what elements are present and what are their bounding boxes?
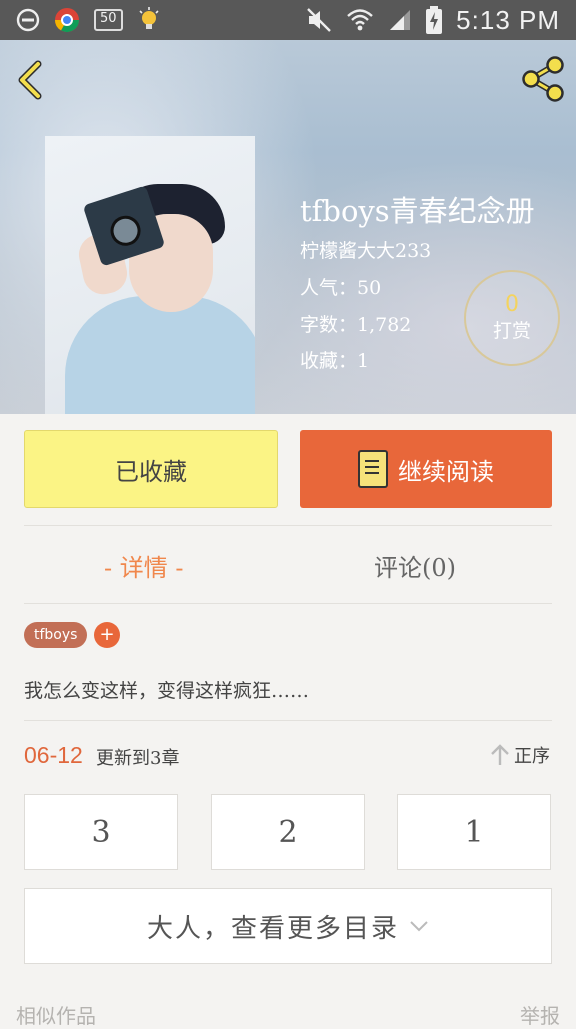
add-tag-button[interactable]: + bbox=[94, 622, 120, 648]
book-icon bbox=[358, 450, 388, 488]
sort-order-button[interactable]: 正序 bbox=[490, 742, 550, 768]
update-text: 更新到3章 bbox=[96, 748, 180, 769]
book-header: tfboys青春纪念册 柠檬酱大大233 人气：50 字数：1,782 收藏：1… bbox=[0, 40, 576, 414]
continue-reading-label: 继续阅读 bbox=[398, 457, 494, 486]
update-date: 06-12 bbox=[24, 742, 83, 768]
report-link[interactable]: 举报 bbox=[520, 1000, 560, 1029]
similar-works-heading: 相似作品 bbox=[16, 1004, 96, 1028]
continue-reading-button[interactable]: 继续阅读 bbox=[300, 430, 552, 508]
tab-comments[interactable]: 评论(0) bbox=[374, 548, 456, 583]
divider bbox=[24, 603, 552, 604]
divider bbox=[24, 525, 552, 526]
view-more-catalog-button[interactable]: 大人，查看更多目录 bbox=[24, 888, 552, 964]
wifi-icon bbox=[347, 9, 373, 31]
tab-details[interactable]: - 详情 - bbox=[104, 548, 183, 583]
signal-icon bbox=[390, 10, 411, 30]
share-button[interactable] bbox=[518, 54, 568, 104]
arrow-up-icon bbox=[491, 744, 509, 765]
tag-chip[interactable]: tfboys bbox=[24, 622, 88, 648]
status-bar-right: 5:13 PM bbox=[306, 4, 560, 36]
battery-charging-icon bbox=[426, 6, 443, 34]
back-button[interactable] bbox=[14, 60, 48, 100]
chevron-down-icon bbox=[410, 921, 428, 932]
book-author[interactable]: 柠檬酱大大233 bbox=[300, 236, 431, 263]
reward-count: 0 bbox=[505, 292, 519, 317]
chapter-button[interactable]: 3 bbox=[24, 794, 178, 870]
sort-order-label: 正序 bbox=[514, 746, 550, 767]
do-not-disturb-icon bbox=[16, 8, 40, 32]
chapter-button[interactable]: 2 bbox=[211, 794, 365, 870]
book-cover-image[interactable] bbox=[45, 136, 255, 414]
favorited-button[interactable]: 已收藏 bbox=[24, 430, 278, 508]
status-time: 5:13 PM bbox=[456, 4, 560, 35]
status-bar-left: 50 bbox=[16, 6, 161, 34]
book-favorites: 收藏：1 bbox=[300, 350, 370, 372]
chrome-icon bbox=[54, 8, 79, 33]
status-bar: 50 5:13 PM bbox=[0, 0, 576, 40]
reward-button[interactable]: 0 打赏 bbox=[464, 270, 560, 366]
book-word-count: 字数：1,782 bbox=[300, 314, 412, 336]
book-title: tfboys青春纪念册 bbox=[300, 194, 535, 228]
book-popularity: 人气：50 bbox=[300, 277, 382, 299]
book-description: 我怎么变这样，变得这样疯狂…… bbox=[24, 680, 310, 702]
chapter-button[interactable]: 1 bbox=[397, 794, 551, 870]
mute-icon bbox=[307, 8, 332, 32]
badge-50-icon: 50 bbox=[94, 9, 123, 31]
favorited-label: 已收藏 bbox=[115, 457, 187, 486]
divider bbox=[24, 720, 552, 721]
reward-label: 打赏 bbox=[492, 320, 531, 342]
view-more-catalog-label: 大人，查看更多目录 bbox=[146, 913, 399, 944]
lightbulb-icon bbox=[138, 7, 159, 29]
